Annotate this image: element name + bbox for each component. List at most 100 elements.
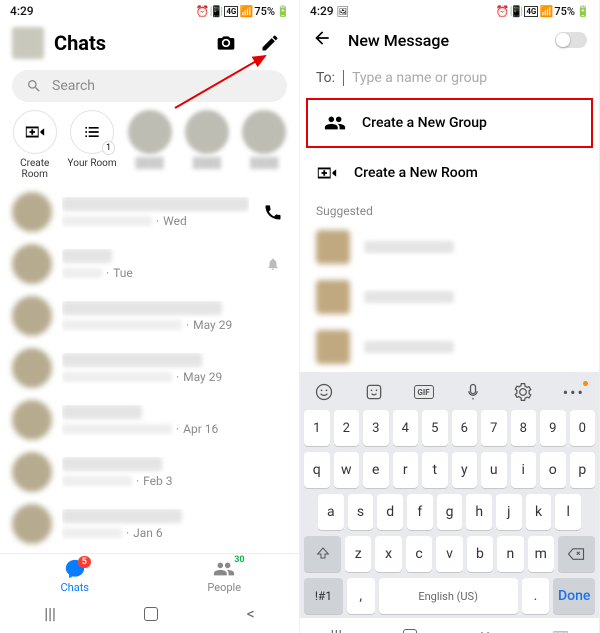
key-a[interactable]: a	[318, 494, 344, 530]
key-l[interactable]: l	[555, 494, 581, 530]
chat-avatar	[12, 504, 52, 544]
profile-avatar[interactable]	[12, 27, 44, 59]
back-button[interactable]	[478, 626, 492, 633]
home-button[interactable]	[144, 607, 158, 621]
settings-icon[interactable]	[513, 382, 533, 402]
key-9[interactable]: 9	[540, 410, 566, 446]
create-group-label: Create a New Group	[362, 115, 487, 131]
key-h[interactable]: h	[466, 494, 492, 530]
keyboard-collapse-button[interactable]: ⌨	[553, 629, 569, 633]
create-group-button[interactable]: Create a New Group	[306, 98, 593, 148]
create-room-label: Create Room	[10, 158, 59, 180]
stories-row[interactable]: Create Room 1 Your Room ████ ████ ████	[0, 110, 299, 186]
key-w[interactable]: w	[334, 452, 360, 488]
key-b[interactable]: b	[467, 536, 493, 572]
keyboard-row-2: asdfghjkl	[304, 494, 595, 530]
tab-chats[interactable]: 5 Chats	[0, 558, 150, 594]
chat-row[interactable]: ·Wed	[0, 186, 299, 238]
back-button[interactable]: <	[247, 604, 255, 623]
back-button[interactable]	[312, 28, 332, 52]
backspace-key[interactable]	[558, 536, 595, 572]
key-x[interactable]: x	[375, 536, 401, 572]
to-placeholder: Type a name or group	[352, 70, 487, 86]
compose-button[interactable]	[253, 26, 287, 60]
key-i[interactable]: i	[511, 452, 537, 488]
your-room-button[interactable]: 1 Your Room	[67, 110, 116, 180]
status-time: 4:29	[10, 4, 34, 18]
secret-toggle[interactable]	[555, 32, 587, 48]
chat-row[interactable]: ·May 29	[0, 342, 299, 394]
chat-row[interactable]: ·Jan 6	[0, 498, 299, 550]
key-j[interactable]: j	[496, 494, 522, 530]
create-room-button[interactable]: Create a New Room	[300, 150, 599, 196]
key-o[interactable]: o	[540, 452, 566, 488]
key-d[interactable]: d	[377, 494, 403, 530]
period-key[interactable]: .	[522, 578, 550, 614]
camera-button[interactable]	[209, 26, 243, 60]
key-e[interactable]: e	[363, 452, 389, 488]
chevron-down-icon	[478, 627, 492, 633]
key-u[interactable]: u	[481, 452, 507, 488]
key-f[interactable]: f	[407, 494, 433, 530]
recents-button[interactable]: |||	[44, 604, 56, 623]
battery-pct: 75%	[254, 5, 275, 18]
mic-icon[interactable]	[463, 382, 483, 402]
key-8[interactable]: 8	[511, 410, 537, 446]
key-1[interactable]: 1	[304, 410, 330, 446]
key-t[interactable]: t	[422, 452, 448, 488]
suggested-contact[interactable]	[300, 272, 599, 322]
key-g[interactable]: g	[437, 494, 463, 530]
create-room-button[interactable]: Create Room	[10, 110, 59, 180]
key-0[interactable]: 0	[570, 410, 596, 446]
home-button[interactable]	[403, 629, 417, 633]
done-key[interactable]: Done	[553, 578, 595, 614]
key-4[interactable]: 4	[393, 410, 419, 446]
key-2[interactable]: 2	[334, 410, 360, 446]
key-v[interactable]: v	[436, 536, 462, 572]
key-z[interactable]: z	[345, 536, 371, 572]
tab-people[interactable]: 30 People	[150, 558, 300, 594]
to-field[interactable]: To: Type a name or group	[300, 60, 599, 96]
space-key[interactable]: English (US)	[379, 578, 518, 614]
key-r[interactable]: r	[393, 452, 419, 488]
recents-button[interactable]: |||	[330, 626, 342, 633]
key-3[interactable]: 3	[363, 410, 389, 446]
vibrate-icon: 📳	[210, 5, 222, 17]
call-button[interactable]	[259, 202, 287, 222]
symbols-key[interactable]: !#1	[304, 578, 343, 614]
story-item[interactable]: ████	[240, 110, 289, 180]
key-5[interactable]: 5	[422, 410, 448, 446]
more-button[interactable]: •••	[563, 383, 585, 402]
chat-row[interactable]: ·Tue	[0, 238, 299, 290]
key-c[interactable]: c	[406, 536, 432, 572]
chat-list[interactable]: ·Wed ·Tue ·May 29 ·May 29 ·Apr 16 ·Feb 3…	[0, 186, 299, 553]
key-q[interactable]: q	[304, 452, 330, 488]
chat-row[interactable]: ·May 29	[0, 290, 299, 342]
story-item[interactable]: ████	[182, 110, 231, 180]
chat-row[interactable]: ·Apr 16	[0, 394, 299, 446]
tab-people-label: People	[207, 581, 241, 594]
key-s[interactable]: s	[348, 494, 374, 530]
search-input[interactable]: Search	[12, 70, 287, 102]
key-m[interactable]: m	[528, 536, 554, 572]
story-item[interactable]: ████	[125, 110, 174, 180]
emoji-icon[interactable]	[314, 382, 334, 402]
chat-row[interactable]: ·Feb 3	[0, 446, 299, 498]
key-7[interactable]: 7	[481, 410, 507, 446]
key-n[interactable]: n	[497, 536, 523, 572]
key-y[interactable]: y	[452, 452, 478, 488]
suggested-contact[interactable]	[300, 222, 599, 272]
key-k[interactable]: k	[526, 494, 552, 530]
gif-button[interactable]: GIF	[414, 385, 434, 399]
arrow-left-icon	[312, 28, 332, 48]
suggested-header: Suggested	[300, 196, 599, 222]
key-6[interactable]: 6	[452, 410, 478, 446]
bell-off-icon	[266, 257, 280, 271]
comma-key[interactable]: ,	[347, 578, 375, 614]
chat-date: Jan 6	[133, 526, 163, 540]
key-p[interactable]: p	[570, 452, 596, 488]
shift-key[interactable]	[304, 536, 341, 572]
sticker-icon[interactable]	[364, 382, 384, 402]
suggested-contact[interactable]	[300, 322, 599, 372]
network-label: 4G	[224, 6, 238, 17]
